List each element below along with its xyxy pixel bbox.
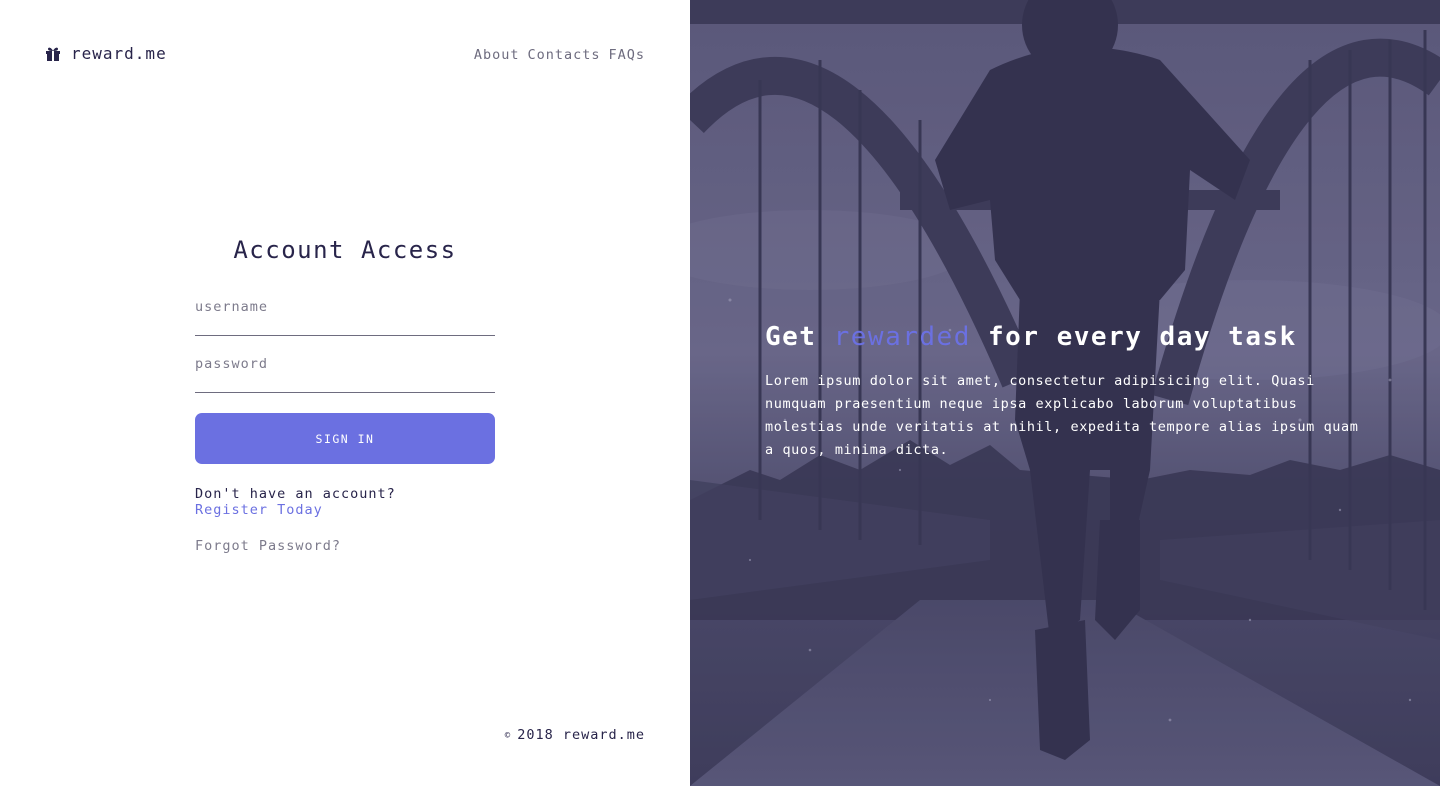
forgot-password-link[interactable]: Forgot Password?	[195, 538, 341, 554]
login-form: Account Access SIGN IN Don't have an acc…	[195, 236, 495, 554]
nav-faqs-link[interactable]: FAQs	[608, 47, 645, 63]
hero-title-suffix: for every day task	[970, 322, 1297, 352]
brand-logo[interactable]: reward.me	[45, 44, 167, 63]
form-title: Account Access	[233, 236, 457, 264]
hero-title: Get rewarded for every day task	[765, 322, 1365, 352]
login-panel: reward.me About Contacts FAQs Account Ac…	[0, 0, 690, 786]
sign-in-button[interactable]: SIGN IN	[195, 413, 495, 464]
no-account-text: Don't have an account?	[195, 486, 396, 502]
password-field[interactable]	[195, 349, 495, 393]
hero-text-block: Get rewarded for every day task Lorem ip…	[765, 322, 1365, 462]
footer-copyright: © 2018 reward.me	[505, 727, 645, 743]
copyright-icon: ©	[504, 731, 512, 741]
register-prompt: Don't have an account? Register Today	[195, 486, 495, 518]
top-nav: About Contacts FAQs	[474, 47, 645, 63]
login-page: reward.me About Contacts FAQs Account Ac…	[0, 0, 1440, 786]
gift-icon	[45, 46, 61, 61]
hero-title-accent: rewarded	[833, 322, 971, 352]
nav-contacts-link[interactable]: Contacts	[527, 47, 600, 63]
username-field[interactable]	[195, 292, 495, 336]
brand-name: reward.me	[71, 44, 167, 63]
footer-text: 2018 reward.me	[517, 727, 645, 743]
hero-description: Lorem ipsum dolor sit amet, consectetur …	[765, 373, 1359, 458]
hero-title-prefix: Get	[765, 322, 834, 352]
register-link[interactable]: Register Today	[195, 502, 323, 518]
nav-about-link[interactable]: About	[474, 47, 520, 63]
hero-panel: Get rewarded for every day task Lorem ip…	[690, 0, 1440, 786]
